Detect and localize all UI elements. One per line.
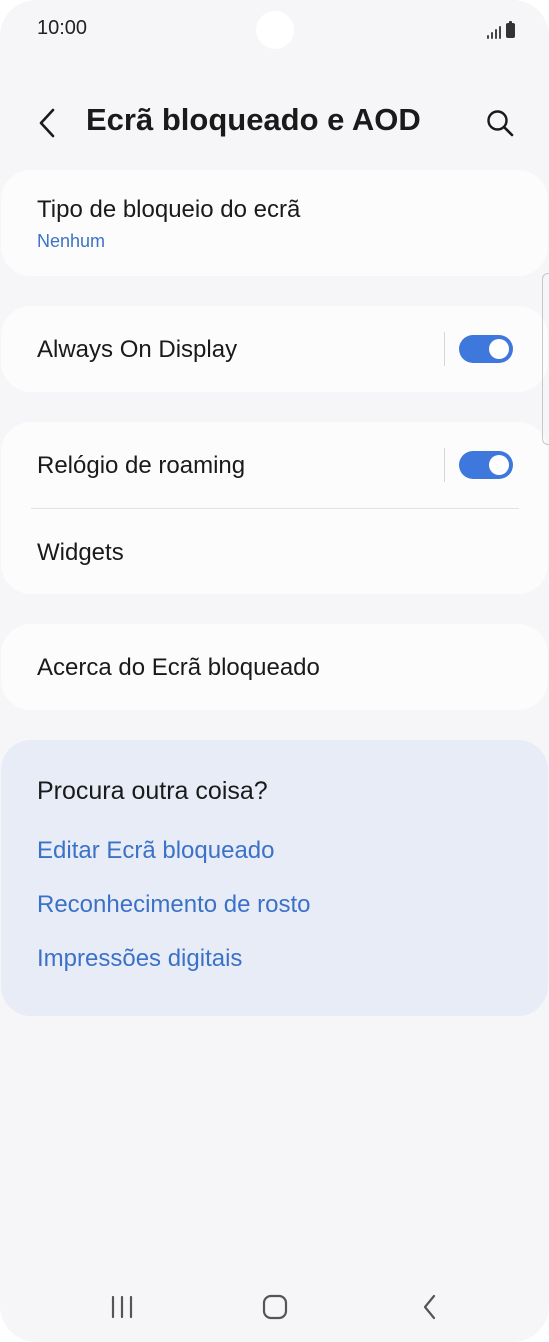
suggestions-card: Procura outra coisa? Editar Ecrã bloquea… bbox=[1, 740, 548, 1016]
page-title: Ecrã bloqueado e AOD bbox=[86, 102, 421, 137]
nav-back-button[interactable] bbox=[410, 1289, 450, 1325]
aod-divider bbox=[444, 332, 445, 366]
suggestion-link-face-recognition[interactable]: Reconhecimento de rosto bbox=[37, 891, 311, 919]
app-header: Ecrã bloqueado e AOD bbox=[0, 85, 549, 159]
status-bar: 10:00 bbox=[0, 0, 549, 60]
camera-cutout bbox=[256, 11, 294, 49]
roaming-clock-title: Relógio de roaming bbox=[37, 452, 246, 479]
lock-type-value: Nenhum bbox=[37, 231, 106, 251]
scrollbar[interactable] bbox=[542, 273, 549, 445]
suggestion-link-fingerprints[interactable]: Impressões digitais bbox=[37, 945, 242, 973]
roaming-clock-divider bbox=[444, 448, 445, 482]
screen: 10:00 Ecrã bloqueado e AOD Tipo de bloqu… bbox=[0, 0, 549, 1342]
recent-apps-icon bbox=[111, 1295, 133, 1319]
search-button[interactable] bbox=[480, 103, 520, 143]
aod-toggle-knob bbox=[489, 339, 509, 359]
roaming-widgets-card: Relógio de roaming Widgets bbox=[1, 422, 548, 594]
recent-apps-button[interactable] bbox=[102, 1289, 142, 1325]
roaming-clock-toggle-knob bbox=[489, 455, 509, 475]
status-icons bbox=[487, 19, 515, 39]
battery-icon bbox=[506, 21, 515, 38]
aod-title: Always On Display bbox=[37, 336, 238, 363]
aod-card: Always On Display bbox=[1, 306, 548, 392]
about-title: Acerca do Ecrã bloqueado bbox=[37, 654, 320, 681]
suggestions-heading: Procura outra coisa? bbox=[37, 777, 268, 805]
roaming-clock-row[interactable]: Relógio de roaming bbox=[1, 422, 548, 508]
back-button[interactable] bbox=[28, 103, 68, 143]
lock-type-card: Tipo de bloqueio do ecrã Nenhum bbox=[1, 170, 548, 276]
roaming-clock-toggle[interactable] bbox=[459, 451, 513, 479]
navigation-bar bbox=[0, 1275, 549, 1335]
aod-toggle[interactable] bbox=[459, 335, 513, 363]
widgets-row[interactable]: Widgets bbox=[1, 509, 548, 594]
widgets-title: Widgets bbox=[37, 539, 124, 566]
suggestion-link-edit-lock-screen[interactable]: Editar Ecrã bloqueado bbox=[37, 837, 275, 865]
home-icon bbox=[262, 1294, 288, 1320]
home-button[interactable] bbox=[255, 1289, 295, 1325]
search-icon bbox=[487, 110, 514, 137]
about-row[interactable]: Acerca do Ecrã bloqueado bbox=[1, 624, 548, 710]
lock-type-row[interactable]: Tipo de bloqueio do ecrã Nenhum bbox=[1, 170, 548, 276]
about-card: Acerca do Ecrã bloqueado bbox=[1, 624, 548, 710]
aod-row[interactable]: Always On Display bbox=[1, 306, 548, 392]
status-time: 10:00 bbox=[37, 17, 88, 39]
back-icon bbox=[423, 1294, 436, 1320]
signal-icon bbox=[487, 23, 501, 39]
lock-type-title: Tipo de bloqueio do ecrã bbox=[37, 196, 301, 223]
chevron-left-icon bbox=[39, 108, 55, 138]
